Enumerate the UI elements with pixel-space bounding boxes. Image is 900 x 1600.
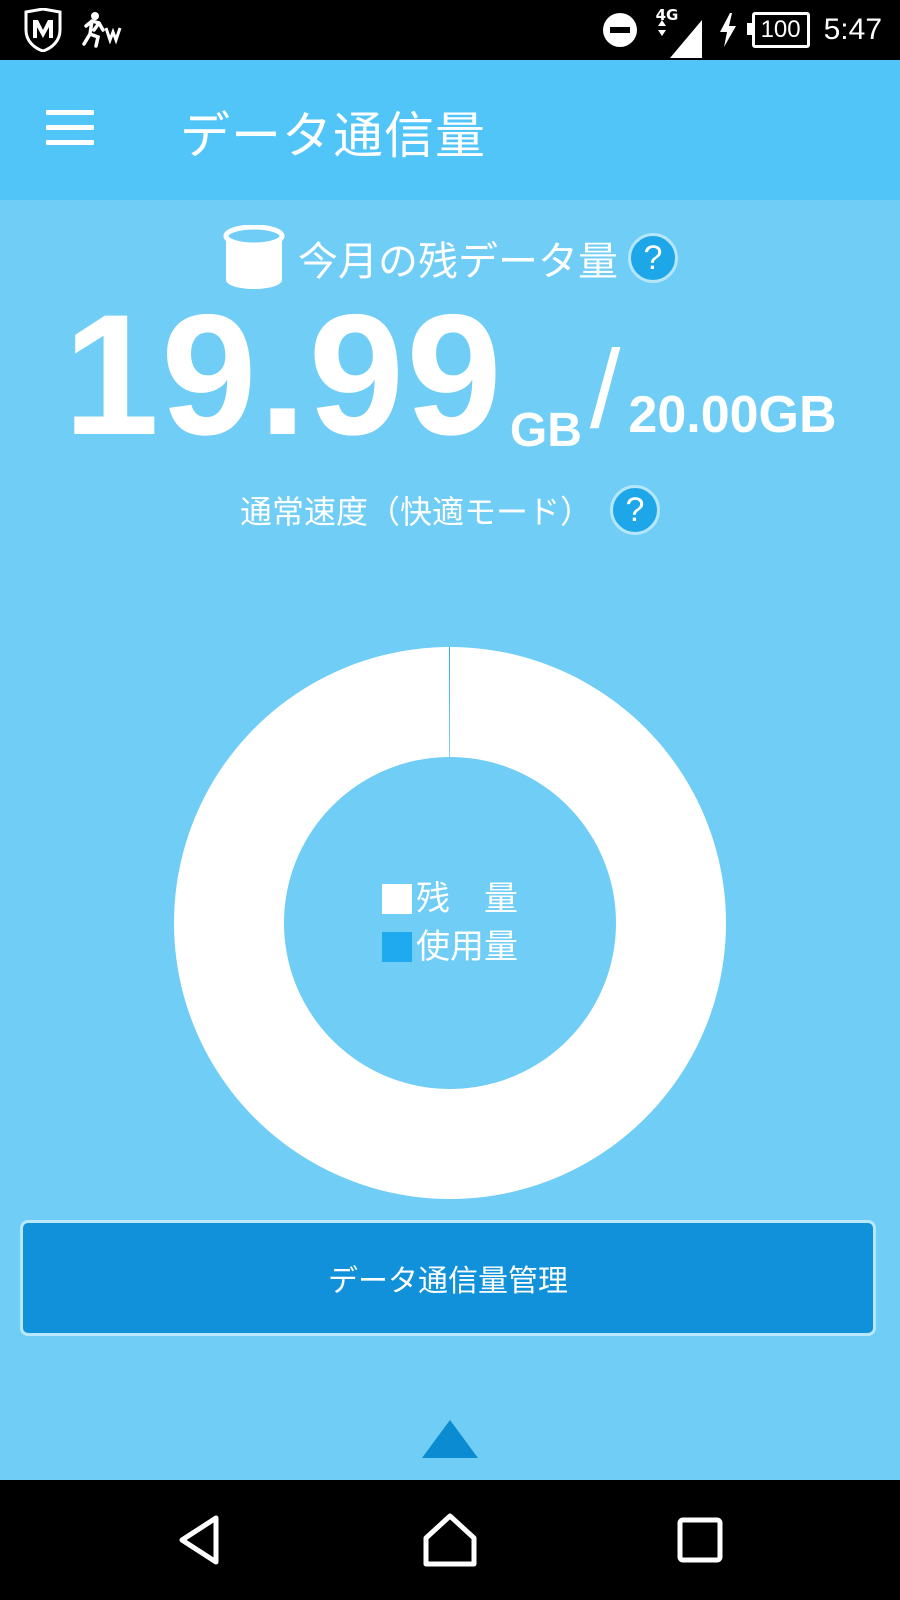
legend-label-remaining: 残 量: [416, 879, 518, 919]
chart-legend: 残 量 使用量: [172, 645, 728, 1201]
dnd-icon: [602, 12, 638, 48]
app-bar: データ通信量: [0, 60, 900, 200]
legend-label-used: 使用量: [416, 927, 518, 967]
recents-icon[interactable]: [670, 1510, 730, 1570]
legend-swatch-used: [382, 932, 412, 962]
clock: 5:47: [823, 13, 882, 46]
speed-mode-row: 通常速度（快適モード） ?: [0, 485, 900, 535]
speed-help-icon[interactable]: ?: [610, 485, 660, 535]
battery-icon: 100: [746, 12, 810, 48]
navigation-bar: [0, 1480, 900, 1600]
legend-item-remaining: 残 量: [382, 875, 518, 923]
remaining-help-icon[interactable]: ?: [628, 233, 678, 283]
legend-item-used: 使用量: [382, 923, 518, 971]
remaining-unit: GB: [509, 404, 582, 457]
status-bar-right: 4G 100 5:47: [602, 0, 882, 60]
home-icon[interactable]: [420, 1510, 480, 1570]
status-bar: 4G 100 5:47: [0, 0, 900, 60]
expand-up-icon[interactable]: [422, 1420, 478, 1458]
main-content: 今月の残データ量 ? 19.99 GB / 20.00GB 通常速度（快適モード…: [0, 200, 900, 1480]
signal-icon: 4G: [652, 0, 704, 60]
manage-data-button[interactable]: データ通信量管理: [20, 1220, 876, 1336]
speed-mode-label: 通常速度（快適モード）: [239, 493, 592, 531]
status-bar-left: [22, 8, 122, 52]
page-title: データ通信量: [180, 107, 486, 165]
total-value: 20.00GB: [628, 386, 837, 444]
legend-swatch-remaining: [382, 884, 412, 914]
back-icon[interactable]: [172, 1510, 232, 1570]
mcafee-shield-icon: [22, 8, 64, 52]
remaining-value: 19.99: [63, 279, 504, 471]
data-amount: 19.99 GB / 20.00GB: [0, 279, 900, 471]
charging-icon: [718, 13, 738, 47]
hamburger-icon[interactable]: [46, 110, 94, 150]
amount-separator: /: [589, 328, 621, 451]
usage-donut-chart: 残 量 使用量: [172, 645, 728, 1201]
running-man-icon: [78, 10, 122, 50]
